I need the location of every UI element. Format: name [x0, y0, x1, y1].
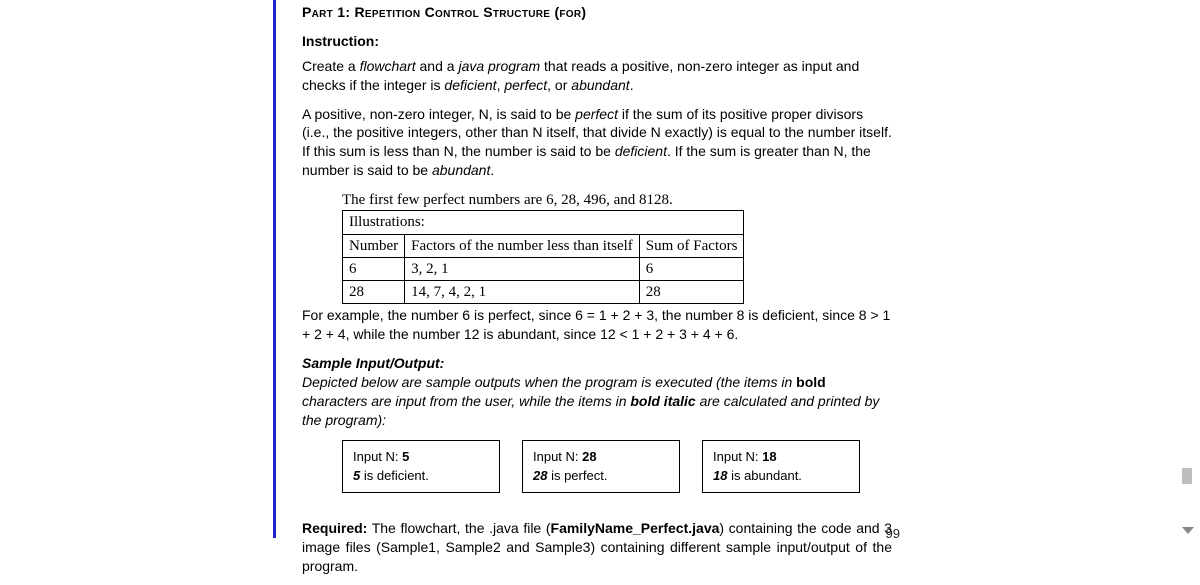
cell-number: 6	[343, 257, 405, 280]
text-italic: flowchart	[360, 58, 416, 74]
sample-input: 28	[582, 449, 596, 464]
cell-factors: 3, 2, 1	[405, 257, 640, 280]
text: A positive, non-zero integer, N, is said…	[302, 106, 575, 122]
paragraph-definition: A positive, non-zero integer, N, is said…	[302, 105, 892, 181]
text: The flowchart, the .java file (	[367, 520, 550, 536]
sample-box-3: Input N: 18 18 is abundant.	[702, 440, 860, 493]
table-header: Factors of the number less than itself	[405, 234, 640, 257]
paragraph-required: Required: The flowchart, the .java file …	[302, 519, 892, 576]
text-italic: abundant	[432, 162, 490, 178]
text: .	[630, 77, 634, 93]
table-caption: Illustrations:	[343, 211, 744, 234]
instruction-label: Instruction:	[302, 32, 892, 51]
text-italic: java program	[458, 58, 540, 74]
text-bold-italic: bold italic	[630, 393, 695, 409]
sample-output-n: 28	[533, 468, 547, 483]
table-header: Sum of Factors	[639, 234, 744, 257]
text: Create a	[302, 58, 360, 74]
table-row: 28 14, 7, 4, 2, 1 28	[343, 281, 744, 304]
sample-input: 18	[762, 449, 776, 464]
cell-number: 28	[343, 281, 405, 304]
table-header: Number	[343, 234, 405, 257]
sample-box-2: Input N: 28 28 is perfect.	[522, 440, 680, 493]
table-row: 6 3, 2, 1 6	[343, 257, 744, 280]
sample-io-description: Depicted below are sample outputs when t…	[302, 373, 892, 430]
text-italic: perfect	[504, 77, 547, 93]
text-bold: bold	[796, 374, 826, 390]
scroll-down-icon[interactable]	[1182, 527, 1194, 534]
required-filename: FamilyName_Perfect.java	[551, 520, 720, 536]
text-italic: abundant	[571, 77, 629, 93]
cell-sum: 28	[639, 281, 744, 304]
text-italic: perfect	[575, 106, 618, 122]
illustration-block: Illustrations: Number Factors of the num…	[342, 210, 892, 304]
paragraph-example: For example, the number 6 is perfect, si…	[302, 306, 892, 344]
text: and a	[416, 58, 459, 74]
sample-prompt: Input N:	[353, 449, 402, 464]
sample-output-n: 18	[713, 468, 727, 483]
sample-boxes-row: Input N: 5 5 is deficient. Input N: 28 2…	[342, 440, 892, 493]
text: characters are input from the user, whil…	[302, 393, 630, 409]
text: .	[490, 162, 494, 178]
document-page: Part 1: Repetition Control Structure (fo…	[0, 0, 1200, 538]
sample-prompt: Input N:	[713, 449, 762, 464]
section-heading: Part 1: Repetition Control Structure (fo…	[302, 3, 892, 22]
perfect-numbers-line: The first few perfect numbers are 6, 28,…	[342, 190, 892, 210]
text: , or	[547, 77, 571, 93]
sample-box-1: Input N: 5 5 is deficient.	[342, 440, 500, 493]
change-bar	[273, 0, 276, 538]
sample-output-text: is abundant.	[727, 468, 801, 483]
sample-io-label: Sample Input/Output:	[302, 354, 892, 373]
sample-input: 5	[402, 449, 409, 464]
page-number: 99	[886, 526, 900, 541]
required-label: Required:	[302, 520, 367, 536]
paragraph-intro: Create a flowchart and a java program th…	[302, 57, 892, 95]
sample-prompt: Input N:	[533, 449, 582, 464]
sample-output-text: is perfect.	[547, 468, 607, 483]
cell-factors: 14, 7, 4, 2, 1	[405, 281, 640, 304]
text: Depicted below are sample outputs when t…	[302, 374, 796, 390]
sample-output-text: is deficient.	[360, 468, 429, 483]
scrollbar-thumb[interactable]	[1182, 468, 1192, 484]
text-italic: deficient	[615, 143, 667, 159]
text-italic: deficient	[444, 77, 496, 93]
illustration-table: Illustrations: Number Factors of the num…	[342, 210, 744, 304]
content-column: Part 1: Repetition Control Structure (fo…	[302, 0, 892, 585]
cell-sum: 6	[639, 257, 744, 280]
